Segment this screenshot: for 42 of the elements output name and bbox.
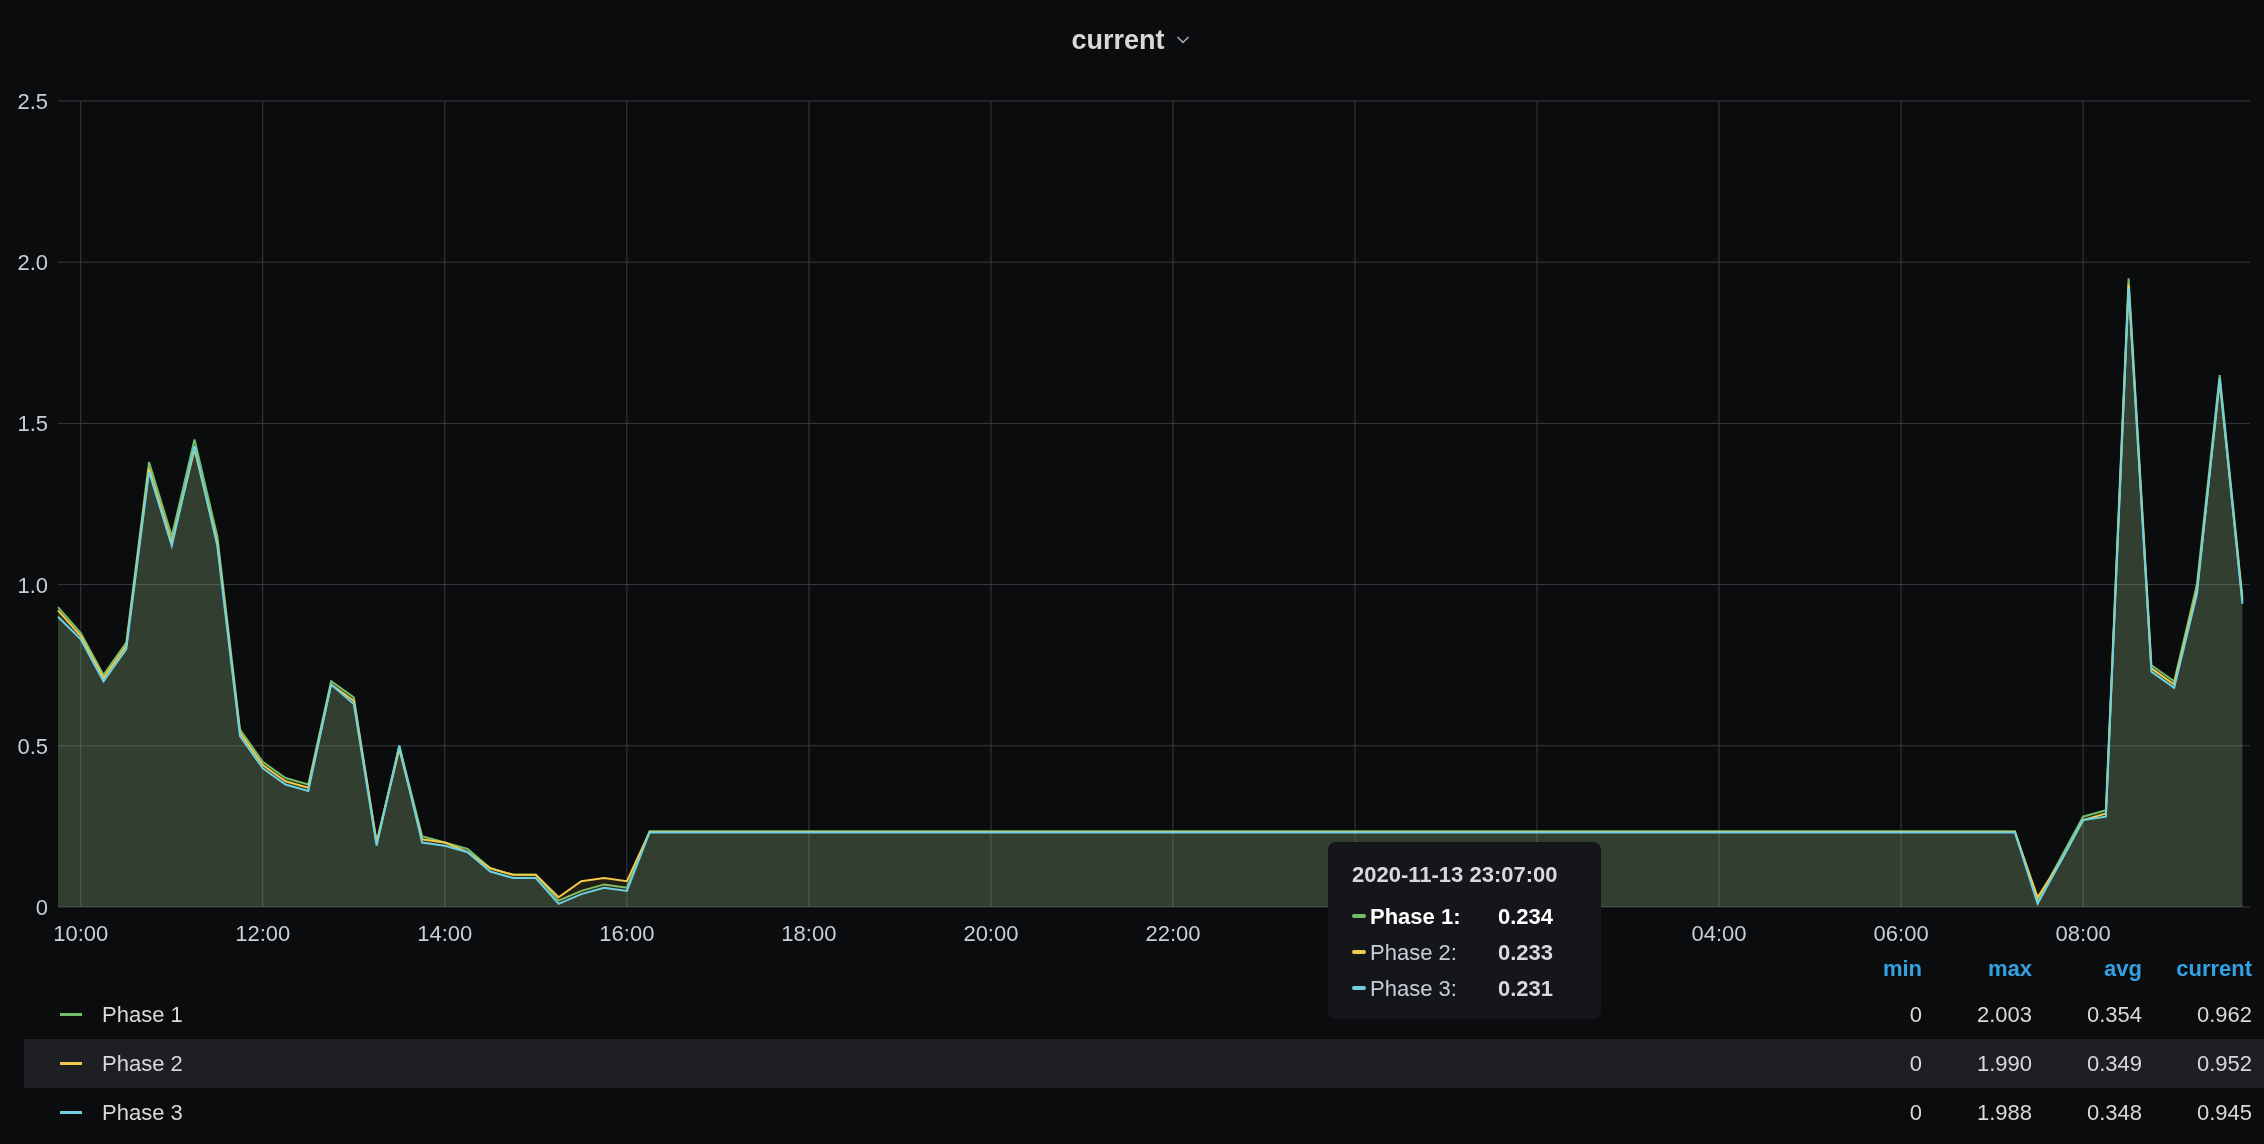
- legend-value: 0.354: [2085, 1001, 2142, 1029]
- legend-row[interactable]: Phase 3 0 1.988 0.348 0.945: [24, 1088, 2264, 1137]
- x-axis-label: 08:00: [2055, 921, 2111, 946]
- tooltip-series-label: Phase 1:: [1370, 902, 1462, 931]
- x-axis-label: 12:00: [235, 921, 291, 946]
- x-axis-label: 18:00: [781, 921, 837, 946]
- y-axis-label: 2.0: [17, 250, 48, 276]
- tooltip-value: 0.234: [1498, 902, 1554, 931]
- legend-row[interactable]: Phase 2 0 1.990 0.349 0.952: [24, 1039, 2264, 1088]
- legend-value: 1.990: [1975, 1050, 2032, 1078]
- legend-value: 0.945: [2195, 1099, 2252, 1127]
- legend-column-header[interactable]: max: [1922, 952, 2032, 990]
- x-axis-label: 04:00: [1691, 921, 1747, 946]
- legend-value: 0: [1908, 1050, 1922, 1078]
- x-axis-label: 14:00: [417, 921, 473, 946]
- legend-value: 0.349: [2085, 1050, 2142, 1078]
- x-axis-label: 10:00: [53, 921, 109, 946]
- tooltip-value: 0.233: [1498, 938, 1554, 967]
- legend-value: 0.348: [2085, 1099, 2142, 1127]
- series-name[interactable]: Phase 2: [102, 1047, 1812, 1080]
- legend-value: 0: [1908, 1099, 1922, 1127]
- y-axis-label: 1.0: [17, 572, 48, 598]
- legend-column-header[interactable]: min: [1812, 952, 1922, 990]
- legend-value: 0.952: [2195, 1050, 2252, 1078]
- y-axis-label: 0: [35, 895, 48, 920]
- legend-value: 0.962: [2195, 1001, 2252, 1029]
- legend-column-header[interactable]: avg: [2032, 952, 2142, 990]
- x-axis-label: 06:00: [1873, 921, 1929, 946]
- legend-column-header[interactable]: current: [2142, 952, 2252, 990]
- legend-value: 2.003: [1975, 1001, 2032, 1029]
- x-axis-label: 16:00: [599, 921, 655, 946]
- x-axis-label: 22:00: [1145, 921, 1201, 946]
- panel-title[interactable]: current: [1071, 19, 1165, 61]
- y-axis-label: 2.5: [17, 89, 48, 114]
- y-axis-label: 0.5: [17, 733, 48, 759]
- y-axis-label: 1.5: [17, 411, 48, 437]
- tooltip-time: 2020-11-13 23:07:00: [1352, 861, 1559, 889]
- tooltip-series-label: Phase 2:: [1370, 938, 1458, 967]
- series-name[interactable]: Phase 3: [102, 1096, 1812, 1129]
- legend-value: 0: [1908, 1001, 1922, 1029]
- x-axis-label: 20:00: [963, 921, 1019, 946]
- legend-value: 1.988: [1975, 1099, 2032, 1127]
